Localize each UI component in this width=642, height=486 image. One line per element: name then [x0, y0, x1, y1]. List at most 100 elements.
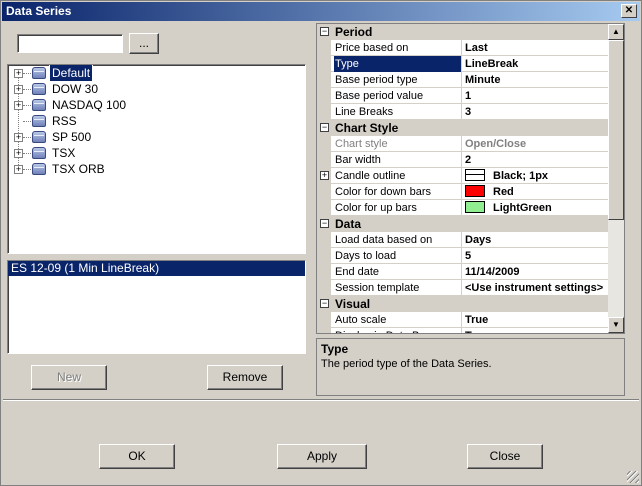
collapse-icon[interactable]: −: [320, 299, 329, 308]
color-swatch: [465, 185, 485, 197]
property-value[interactable]: 3: [465, 104, 611, 120]
tree-item[interactable]: + SP 500: [8, 129, 305, 145]
collapse-icon[interactable]: −: [320, 123, 329, 132]
property-name: Bar width: [334, 152, 462, 168]
property-row[interactable]: Bar width 2: [317, 152, 609, 168]
tree-item-label: TSX ORB: [52, 162, 105, 176]
category-row[interactable]: − Period: [317, 24, 609, 40]
property-row[interactable]: Base period type Minute: [317, 72, 609, 88]
property-row[interactable]: Color for down bars Red: [317, 184, 609, 200]
tree-branch-line: [23, 89, 31, 90]
data-series-dialog: Data Series ✕ ... + Default + DOW 30 + NASDAQ…: [0, 0, 642, 486]
property-value[interactable]: 1: [465, 88, 611, 104]
data-series-list[interactable]: ES 12-09 (1 Min LineBreak): [7, 260, 306, 354]
property-row[interactable]: Price based on Last: [317, 40, 609, 56]
property-name: Session template: [334, 280, 462, 296]
series-list-item[interactable]: ES 12-09 (1 Min LineBreak): [8, 261, 305, 276]
tree-item[interactable]: + DOW 30: [8, 81, 305, 97]
property-grid-scrollbar[interactable]: ▲ ▼: [608, 24, 624, 333]
expand-icon[interactable]: +: [14, 165, 23, 174]
property-row[interactable]: Load data based on Days: [317, 232, 609, 248]
property-grid[interactable]: − Period Price based on Last Type LineBreak Ba…: [316, 23, 625, 334]
property-value[interactable]: 11/14/2009: [465, 264, 611, 280]
instrument-search-input[interactable]: [17, 34, 123, 53]
property-row[interactable]: Chart style Open/Close: [317, 136, 609, 152]
property-gutter: [317, 232, 331, 248]
property-value[interactable]: LineBreak: [465, 56, 611, 72]
property-value-text: Red: [493, 186, 514, 198]
apply-button[interactable]: Apply: [277, 444, 367, 469]
property-gutter: [317, 264, 331, 280]
tree-item[interactable]: + Default: [8, 65, 305, 82]
expand-icon[interactable]: +: [14, 85, 23, 94]
collapse-icon[interactable]: −: [320, 219, 329, 228]
resize-grip-icon[interactable]: [627, 471, 639, 483]
expand-icon[interactable]: +: [320, 171, 329, 180]
property-value-text: 1: [465, 90, 472, 102]
property-value[interactable]: True: [465, 312, 611, 328]
property-row[interactable]: Color for up bars LightGreen: [317, 200, 609, 216]
property-value[interactable]: Open/Close: [465, 136, 611, 152]
property-gutter: [317, 56, 331, 72]
instrument-list-tree[interactable]: + Default + DOW 30 + NASDAQ 100 RSS + SP 500 + TSX…: [7, 64, 306, 254]
tree-item[interactable]: + TSX ORB: [8, 161, 305, 177]
property-value-text: <Use instrument settings>: [465, 282, 604, 294]
category-gutter: −: [317, 120, 331, 136]
property-value[interactable]: Red: [465, 184, 611, 200]
property-value-text: Black; 1px: [493, 170, 549, 182]
property-name: Auto scale: [334, 312, 462, 328]
property-row[interactable]: Display in Data BoxTrue: [317, 328, 611, 333]
property-row[interactable]: Line Breaks 3: [317, 104, 609, 120]
close-button[interactable]: Close: [467, 444, 543, 469]
window-title: Data Series: [6, 4, 72, 18]
new-button[interactable]: New: [31, 365, 107, 390]
tree-branch-line: [23, 153, 31, 154]
close-icon[interactable]: ✕: [621, 4, 637, 18]
property-value-text: Days: [465, 234, 492, 246]
category-row[interactable]: − Data: [317, 216, 609, 232]
property-row[interactable]: Auto scale True: [317, 312, 609, 328]
scroll-down-icon[interactable]: ▼: [608, 317, 624, 333]
property-gutter: [317, 328, 331, 333]
collapse-icon[interactable]: −: [320, 27, 329, 36]
property-name: Load data based on: [334, 232, 462, 248]
scroll-thumb[interactable]: [608, 40, 624, 220]
expand-icon[interactable]: +: [14, 101, 23, 110]
property-value[interactable]: Minute: [465, 72, 611, 88]
tree-item[interactable]: + NASDAQ 100: [8, 97, 305, 113]
property-row[interactable]: Base period value 1: [317, 88, 609, 104]
property-value[interactable]: True: [465, 328, 611, 333]
property-row[interactable]: + Candle outline Black; 1px: [317, 168, 609, 184]
database-icon: [32, 163, 46, 175]
property-value[interactable]: Black; 1px: [465, 168, 611, 184]
property-row[interactable]: End date 11/14/2009: [317, 264, 609, 280]
property-gutter: [317, 152, 331, 168]
property-gutter: [317, 312, 331, 328]
property-row[interactable]: Type LineBreak: [317, 56, 609, 72]
property-value-text: 5: [465, 250, 472, 262]
property-value[interactable]: <Use instrument settings>: [465, 280, 611, 296]
database-icon: [32, 83, 46, 95]
property-value[interactable]: Days: [465, 232, 611, 248]
expand-icon[interactable]: +: [14, 149, 23, 158]
remove-button[interactable]: Remove: [207, 365, 283, 390]
browse-button[interactable]: ...: [129, 33, 159, 54]
property-value[interactable]: Last: [465, 40, 611, 56]
tree-item[interactable]: RSS: [8, 113, 305, 129]
category-row[interactable]: − Chart Style: [317, 120, 609, 136]
tree-item[interactable]: + TSX: [8, 145, 305, 161]
expand-icon[interactable]: +: [14, 133, 23, 142]
property-value[interactable]: 2: [465, 152, 611, 168]
tree-item-label: NASDAQ 100: [52, 98, 127, 112]
scroll-up-icon[interactable]: ▲: [608, 24, 624, 40]
category-row[interactable]: − Visual: [317, 296, 609, 312]
property-value[interactable]: 5: [465, 248, 611, 264]
tree-item-label: Default: [48, 65, 94, 82]
property-gutter: [317, 104, 331, 120]
category-gutter: −: [317, 296, 331, 312]
ok-button[interactable]: OK: [99, 444, 175, 469]
property-row[interactable]: Session template <Use instrument settings…: [317, 280, 609, 296]
expand-icon[interactable]: +: [14, 69, 23, 78]
property-value[interactable]: LightGreen: [465, 200, 611, 216]
property-row[interactable]: Days to load 5: [317, 248, 609, 264]
